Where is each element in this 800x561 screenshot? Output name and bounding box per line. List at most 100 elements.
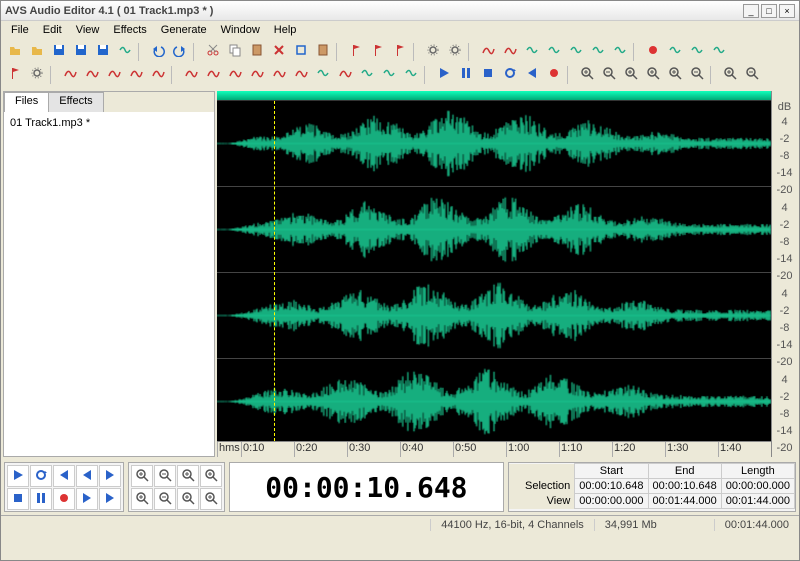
undo-button[interactable] bbox=[147, 41, 168, 62]
wave-gen-button[interactable] bbox=[334, 64, 355, 85]
pitch-button[interactable] bbox=[708, 41, 729, 62]
sel-length[interactable]: 00:00:00.000 bbox=[721, 479, 794, 494]
swap-button[interactable] bbox=[378, 64, 399, 85]
zoom-win-out-button[interactable] bbox=[741, 64, 762, 85]
noise-button[interactable] bbox=[356, 64, 377, 85]
export-button[interactable] bbox=[114, 41, 135, 62]
record-timer-button[interactable] bbox=[642, 41, 663, 62]
reverse-button[interactable] bbox=[609, 41, 630, 62]
fade-out-button[interactable] bbox=[499, 41, 520, 62]
paste-button[interactable] bbox=[246, 41, 267, 62]
zoom-in-button[interactable] bbox=[131, 465, 153, 487]
play-button[interactable] bbox=[7, 465, 29, 487]
menu-effects[interactable]: Effects bbox=[107, 23, 152, 37]
zoom-vout-button[interactable] bbox=[154, 488, 176, 510]
zoom-sel-button[interactable] bbox=[620, 64, 641, 85]
pause-button[interactable] bbox=[455, 64, 476, 85]
zoom-vert-out-button[interactable] bbox=[686, 64, 707, 85]
tool-button[interactable] bbox=[444, 41, 465, 62]
settings-button[interactable] bbox=[422, 41, 443, 62]
save-all-button[interactable] bbox=[92, 41, 113, 62]
view-end[interactable]: 00:01:44.000 bbox=[648, 494, 721, 509]
filter6-button[interactable] bbox=[290, 64, 311, 85]
play-button[interactable] bbox=[433, 64, 454, 85]
compress-button[interactable] bbox=[587, 41, 608, 62]
rewind-start-button[interactable] bbox=[53, 465, 75, 487]
filter3-button[interactable] bbox=[224, 64, 245, 85]
record-button[interactable] bbox=[53, 488, 75, 510]
menu-edit[interactable]: Edit bbox=[37, 23, 68, 37]
frequency-button[interactable] bbox=[686, 41, 707, 62]
waveform-main[interactable]: hms0:100:200:300:400:501:001:101:201:301… bbox=[217, 91, 771, 457]
zoom-out-button[interactable] bbox=[154, 465, 176, 487]
zoom-out-button[interactable] bbox=[598, 64, 619, 85]
zoom-fit-button[interactable] bbox=[642, 64, 663, 85]
amplify-button[interactable] bbox=[543, 41, 564, 62]
zoom-vin-button[interactable] bbox=[131, 488, 153, 510]
copy-button[interactable] bbox=[224, 41, 245, 62]
timeline-ruler[interactable]: hms0:100:200:300:400:501:001:101:201:301… bbox=[217, 441, 771, 457]
tab-files[interactable]: Files bbox=[4, 92, 49, 112]
file-item[interactable]: 01 Track1.mp3 * bbox=[8, 116, 210, 130]
save-button[interactable] bbox=[48, 41, 69, 62]
menu-window[interactable]: Window bbox=[215, 23, 266, 37]
view-start[interactable]: 00:00:00.000 bbox=[575, 494, 648, 509]
wave-normal-button[interactable] bbox=[103, 64, 124, 85]
zoom-full-button[interactable] bbox=[200, 465, 222, 487]
sel-end[interactable]: 00:00:10.648 bbox=[648, 479, 721, 494]
crop-button[interactable] bbox=[290, 41, 311, 62]
minimize-button[interactable]: _ bbox=[743, 4, 759, 18]
menu-help[interactable]: Help bbox=[268, 23, 303, 37]
target-button[interactable] bbox=[312, 64, 333, 85]
menu-generate[interactable]: Generate bbox=[155, 23, 213, 37]
step-fwd-button[interactable] bbox=[99, 465, 121, 487]
cut-button[interactable] bbox=[202, 41, 223, 62]
envelope-draw-button[interactable] bbox=[81, 64, 102, 85]
wave-shape-button[interactable] bbox=[125, 64, 146, 85]
mix-paste-button[interactable] bbox=[312, 41, 333, 62]
normalize-button[interactable] bbox=[521, 41, 542, 62]
eq-button[interactable] bbox=[565, 41, 586, 62]
open-file-button[interactable] bbox=[26, 41, 47, 62]
zoom-vfit-button[interactable] bbox=[177, 488, 199, 510]
spectrum-button[interactable] bbox=[664, 41, 685, 62]
step-back-button[interactable] bbox=[76, 465, 98, 487]
track-2[interactable] bbox=[217, 187, 771, 273]
marker-next-button[interactable] bbox=[389, 41, 410, 62]
track-1[interactable] bbox=[217, 101, 771, 187]
goto-end-button[interactable] bbox=[99, 488, 121, 510]
tab-effects[interactable]: Effects bbox=[48, 92, 103, 112]
filter4-button[interactable] bbox=[246, 64, 267, 85]
marker-prev-button[interactable] bbox=[367, 41, 388, 62]
filter2-button[interactable] bbox=[202, 64, 223, 85]
track-3[interactable] bbox=[217, 273, 771, 359]
stop-button[interactable] bbox=[7, 488, 29, 510]
delete-button[interactable] bbox=[268, 41, 289, 62]
redo-button[interactable] bbox=[169, 41, 190, 62]
stop-button[interactable] bbox=[477, 64, 498, 85]
track-4[interactable] bbox=[217, 359, 771, 445]
marker-flag-button[interactable] bbox=[4, 64, 25, 85]
zoom-in-button[interactable] bbox=[576, 64, 597, 85]
loop-button[interactable] bbox=[499, 64, 520, 85]
loop-button[interactable] bbox=[30, 465, 52, 487]
rewind-button[interactable] bbox=[521, 64, 542, 85]
marker-add-button[interactable] bbox=[345, 41, 366, 62]
curve-button[interactable] bbox=[147, 64, 168, 85]
playback-cursor[interactable] bbox=[274, 101, 275, 441]
fast-fwd-button[interactable] bbox=[76, 488, 98, 510]
sel-start[interactable]: 00:00:10.648 bbox=[575, 479, 648, 494]
overview-bar[interactable] bbox=[217, 91, 771, 101]
zoom-vert-in-button[interactable] bbox=[664, 64, 685, 85]
zoom-win-in-button[interactable] bbox=[719, 64, 740, 85]
save-as-button[interactable] bbox=[70, 41, 91, 62]
zoom-sel-button[interactable] bbox=[177, 465, 199, 487]
maximize-button[interactable]: □ bbox=[761, 4, 777, 18]
envelope-button[interactable] bbox=[59, 64, 80, 85]
filter1-button[interactable] bbox=[180, 64, 201, 85]
fade-in-button[interactable] bbox=[477, 41, 498, 62]
swap2-button[interactable] bbox=[400, 64, 421, 85]
close-button[interactable]: × bbox=[779, 4, 795, 18]
pause-button[interactable] bbox=[30, 488, 52, 510]
effect-wrench-button[interactable] bbox=[26, 64, 47, 85]
